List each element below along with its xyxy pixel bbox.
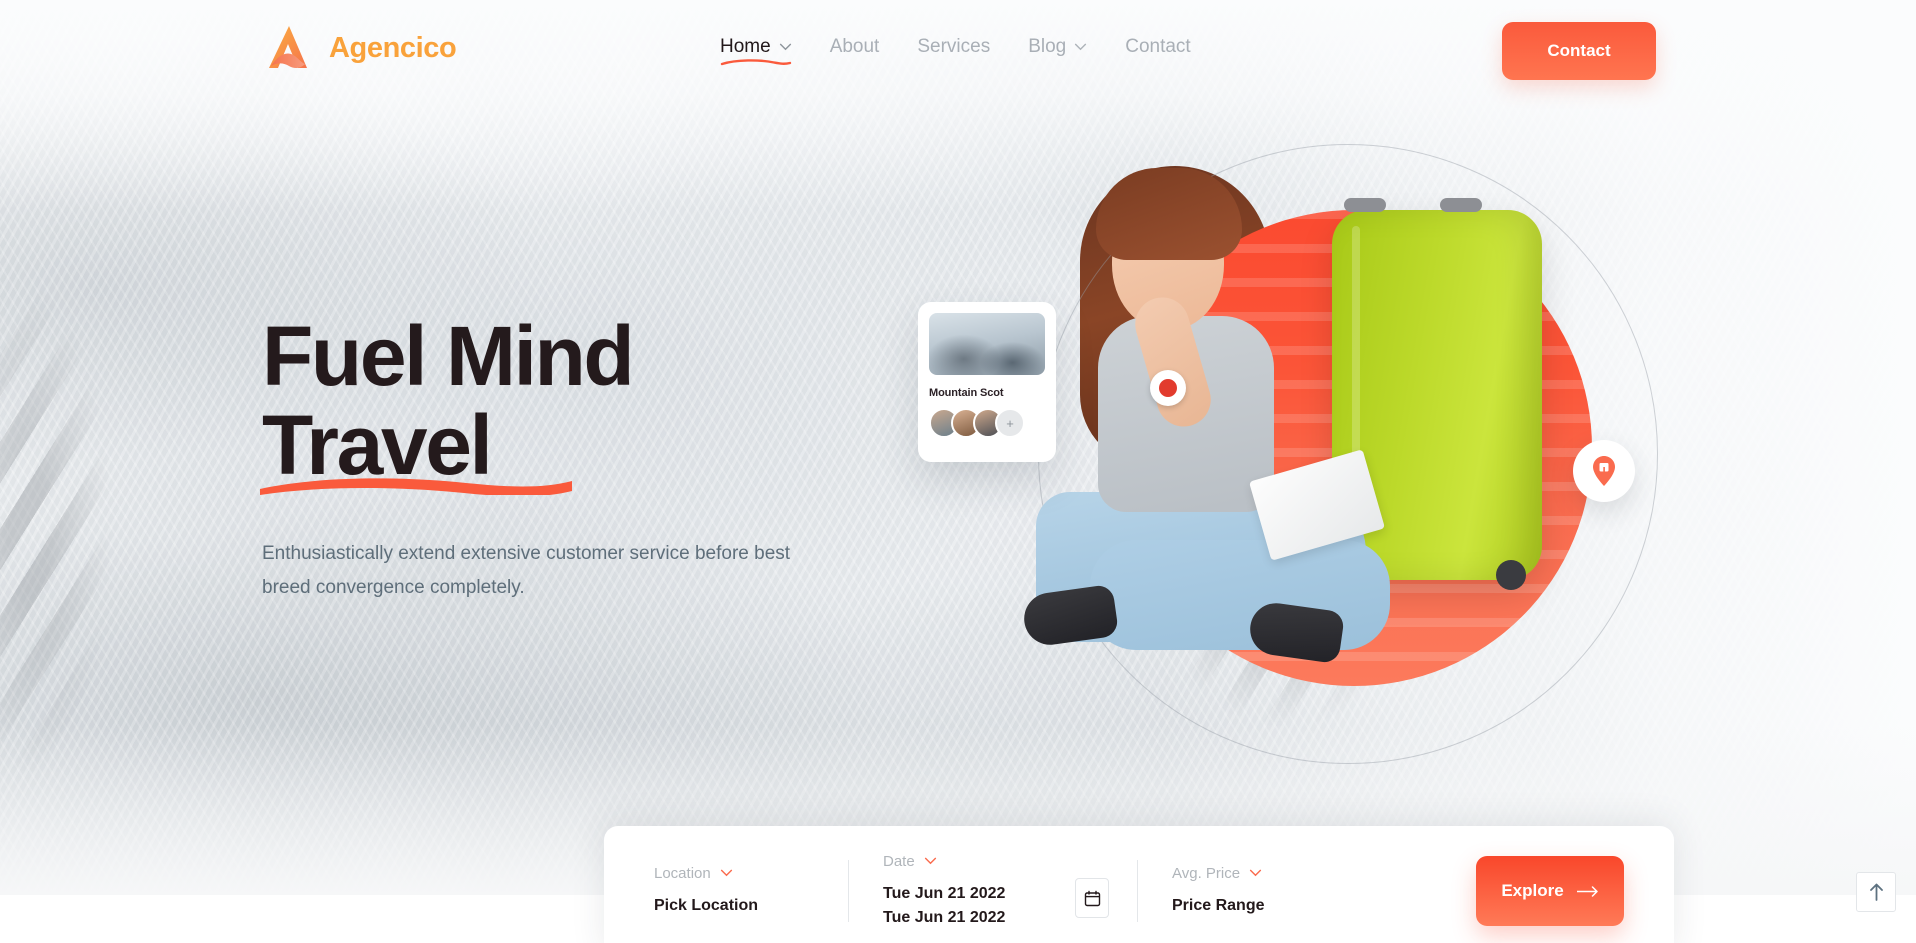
nav-item-contact[interactable]: Contact xyxy=(1125,36,1190,63)
chevron-down-icon xyxy=(779,43,791,51)
calendar-icon xyxy=(1084,890,1100,906)
mountain-thumbnail-icon xyxy=(929,313,1045,375)
suitcase-wheel-right xyxy=(1496,560,1526,590)
nav-item-label: Blog xyxy=(1028,36,1067,57)
date-value-start[interactable]: Tue Jun 21 2022 xyxy=(883,882,1103,906)
agencico-a-logo-icon xyxy=(269,26,307,69)
nav-item-about[interactable]: About xyxy=(830,36,880,63)
nav-item-label: About xyxy=(829,36,880,57)
nav-item-services[interactable]: Services xyxy=(917,36,990,63)
map-pin-icon xyxy=(1593,456,1615,486)
destination-card-title: Mountain Scot xyxy=(929,387,1004,399)
page-title: Fuel Mind Travel xyxy=(260,314,862,496)
price-label-row: Avg. Price xyxy=(1172,865,1362,882)
explore-button-label: Explore xyxy=(1501,881,1564,900)
logo[interactable]: Agencico xyxy=(260,20,457,76)
location-label: Location xyxy=(654,864,711,882)
logo-text: Agencico xyxy=(329,31,457,64)
chevron-down-icon[interactable] xyxy=(924,857,937,865)
price-field[interactable]: Avg. Price Price Range xyxy=(1172,850,1362,932)
avatar-group: + xyxy=(929,408,1045,438)
contact-button[interactable]: Contact xyxy=(1502,22,1656,80)
hero-title-line-2-wrap: Travel xyxy=(260,403,572,496)
suitcase-handle-right xyxy=(1440,198,1482,212)
map-pin-badge[interactable] xyxy=(1573,440,1635,502)
chevron-down-icon[interactable] xyxy=(1249,869,1262,877)
explore-button[interactable]: Explore xyxy=(1476,856,1624,926)
calendar-picker-button[interactable] xyxy=(1075,878,1109,918)
chevron-down-icon[interactable] xyxy=(720,869,733,877)
main-navigation: Home About Services Blog Contact xyxy=(720,36,1191,66)
avatar-more-button[interactable]: + xyxy=(995,408,1025,438)
booking-bar: Location Pick Location Date Tue Jun 21 2… xyxy=(604,826,1674,943)
location-field[interactable]: Location Pick Location xyxy=(654,850,814,932)
nav-item-label: Services xyxy=(917,36,991,57)
hero-title-line-1: Fuel Mind xyxy=(262,309,635,403)
scroll-to-top-button[interactable] xyxy=(1856,872,1896,912)
site-header: Agencico Home About Services Blog Contac… xyxy=(0,0,1916,110)
price-value[interactable]: Price Range xyxy=(1172,894,1362,918)
nav-item-home[interactable]: Home xyxy=(720,36,792,66)
brush-underline-icon xyxy=(260,478,572,496)
field-divider xyxy=(848,860,849,922)
active-nav-underline-icon xyxy=(720,59,792,66)
hero-subtitle: Enthusiastically extend extensive custom… xyxy=(262,543,791,598)
nav-item-label: Home xyxy=(720,36,771,57)
date-label: Date xyxy=(883,852,915,870)
price-label: Avg. Price xyxy=(1172,864,1241,882)
date-value-end[interactable]: Tue Jun 21 2022 xyxy=(883,906,1103,930)
chevron-down-icon xyxy=(1075,43,1087,51)
date-field[interactable]: Date Tue Jun 21 2022 Tue Jun 21 2022 xyxy=(883,850,1109,932)
location-label-row: Location xyxy=(654,865,814,882)
arrow-up-icon xyxy=(1869,883,1883,901)
wristwatch xyxy=(1150,370,1186,406)
hero-composition: Mountain Scot + xyxy=(918,120,1658,800)
hero-copy: Fuel Mind Travel Enthusiastically extend… xyxy=(260,314,862,604)
legs-secondary xyxy=(1090,540,1390,650)
destination-card[interactable]: Mountain Scot + xyxy=(918,302,1056,462)
nav-item-label: Contact xyxy=(1125,36,1191,57)
date-label-row: Date xyxy=(883,853,1103,870)
hair-front xyxy=(1096,168,1242,260)
dash-pattern-left xyxy=(0,270,134,790)
field-divider xyxy=(1137,860,1138,922)
suitcase-handle-left xyxy=(1344,198,1386,212)
arrow-right-icon xyxy=(1576,885,1598,897)
location-value[interactable]: Pick Location xyxy=(654,894,814,918)
nav-item-blog[interactable]: Blog xyxy=(1028,36,1087,63)
